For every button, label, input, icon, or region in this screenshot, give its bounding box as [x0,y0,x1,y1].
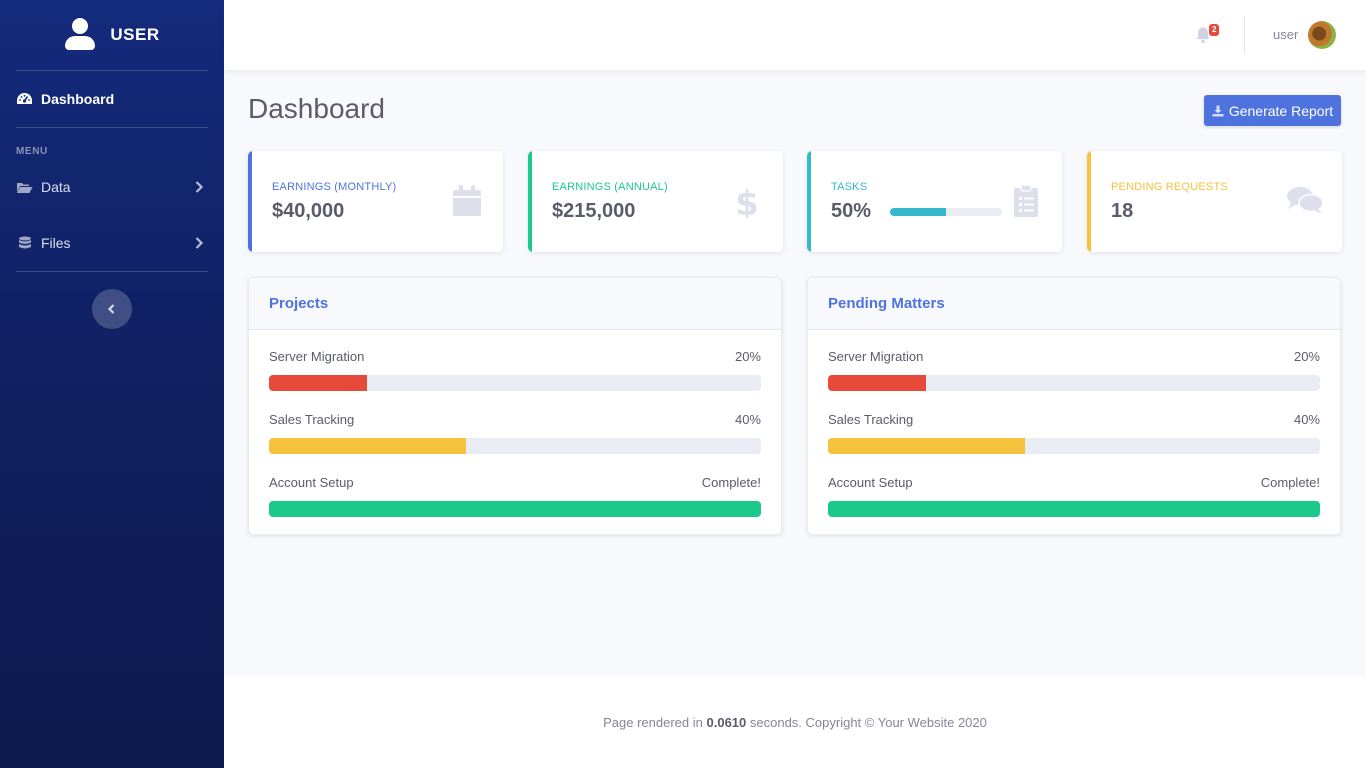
footer-prefix: Page rendered in [603,714,703,730]
panel-title: Pending Matters [808,278,1340,330]
card-accent [248,151,252,252]
progress-label: Server Migration [269,349,365,364]
progress-fill [828,375,927,391]
avatar[interactable] [1308,21,1336,49]
progress-label-row: Server Migration 20% [828,349,1320,366]
projects-panel: Projects Server Migration 20% Sales Tracki… [248,277,782,535]
comments-icon [1287,187,1324,214]
chevron-right-icon [195,237,204,249]
progress-bar [828,438,1320,454]
card-accent [807,151,811,252]
folder-open-icon [16,181,33,194]
pending-matters-panel: Pending Matters Server Migration 20% Sales… [807,277,1341,535]
sidebar-item-data[interactable]: Data [0,159,224,215]
sidebar-divider [16,127,208,128]
database-icon [16,236,33,250]
progress-label-row: Account Setup Complete! [828,475,1320,492]
chevron-right-icon [195,181,204,193]
panel-title: Projects [249,278,781,330]
progress-bar [269,375,761,391]
sidebar-item-label: Files [41,235,71,251]
progress-bar [269,438,761,454]
progress-label: Sales Tracking [269,412,355,427]
calendar-icon [453,185,481,216]
progress-value: 20% [734,349,761,364]
render-time: 0.0610 [706,714,747,730]
progress-value: 40% [1293,412,1320,427]
footer: Page rendered in 0.0610 seconds. Copyrig… [224,676,1366,768]
tachometer-icon [16,92,33,106]
progress-label: Sales Tracking [828,412,914,427]
progress-label-row: Sales Tracking 40% [828,412,1320,429]
card-label: EARNINGS (ANNUAL) [552,181,668,193]
progress-fill [828,438,1025,454]
card-value: 18 [1111,200,1134,222]
progress-row: Account Setup Complete! [828,475,1320,517]
card-label: EARNINGS (MONTHLY) [272,181,397,193]
user-icon [64,18,96,52]
progress-row: Server Migration 20% [828,349,1320,391]
progress-list: Server Migration 20% Sales Tracking 40% Acco… [249,330,781,517]
progress-list: Server Migration 20% Sales Tracking 40% Acco… [808,330,1340,517]
card-label: TASKS [831,181,868,193]
progress-fill [269,501,761,517]
topbar-divider [1244,16,1245,54]
dollar-icon: $ [735,184,759,218]
tasks-card: TASKS 50% [807,151,1062,252]
topbar: 2 user [224,0,1366,70]
generate-report-label: Generate Report [1228,102,1334,119]
progress-fill [269,375,368,391]
copyright-text: seconds. Copyright © Your Website 2020 [749,714,987,730]
progress-row: Sales Tracking 40% [269,412,761,454]
tasks-progress-bar [890,208,1002,216]
clipboard-list-icon [1014,184,1038,217]
user-name[interactable]: user [1273,27,1298,42]
sidebar-heading: MENU [16,146,48,157]
progress-label-row: Sales Tracking 40% [269,412,761,429]
download-icon [1212,105,1224,116]
progress-fill [828,501,1320,517]
progress-value: Complete! [1260,475,1320,490]
progress-bar [828,501,1320,517]
sidebar-toggle-button[interactable] [92,289,132,329]
sidebar-item-label: Data [41,179,71,195]
sidebar-divider [16,271,208,272]
progress-value: 20% [1293,349,1320,364]
card-value: $215,000 [552,200,636,222]
brand-text: USER [110,25,160,44]
chevron-left-icon [107,304,115,314]
sidebar-item-dashboard[interactable]: Dashboard [0,71,224,127]
card-accent [1087,151,1091,252]
progress-value: Complete! [701,475,761,490]
progress-bar [269,501,761,517]
progress-label-row: Account Setup Complete! [269,475,761,492]
progress-fill [269,438,466,454]
progress-row: Account Setup Complete! [269,475,761,517]
earnings-annual-card: EARNINGS (ANNUAL) $215,000 $ [528,151,783,252]
generate-report-button[interactable]: Generate Report [1204,95,1341,126]
progress-row: Sales Tracking 40% [828,412,1320,454]
earnings-monthly-card: EARNINGS (MONTHLY) $40,000 [248,151,503,252]
sidebar: USER Dashboard MENU Data Files [0,0,224,768]
progress-bar [828,375,1320,391]
progress-label: Account Setup [828,475,913,490]
card-label: PENDING REQUESTS [1111,181,1228,193]
progress-label-row: Server Migration 20% [269,349,761,366]
card-value: $40,000 [272,200,345,222]
pending-requests-card: PENDING REQUESTS 18 [1087,151,1342,252]
sidebar-item-label: Dashboard [41,91,115,107]
card-value: 50% [831,200,872,222]
tasks-progress-fill [890,208,946,216]
progress-row: Server Migration 20% [269,349,761,391]
card-accent [528,151,532,252]
progress-label: Account Setup [269,475,354,490]
sidebar-brand[interactable]: USER [0,0,224,70]
svg-text:$: $ [735,184,759,218]
progress-value: 40% [734,412,761,427]
sidebar-item-files[interactable]: Files [0,215,224,271]
notification-badge: 2 [1209,24,1220,36]
progress-label: Server Migration [828,349,924,364]
page-title: Dashboard [248,93,385,124]
